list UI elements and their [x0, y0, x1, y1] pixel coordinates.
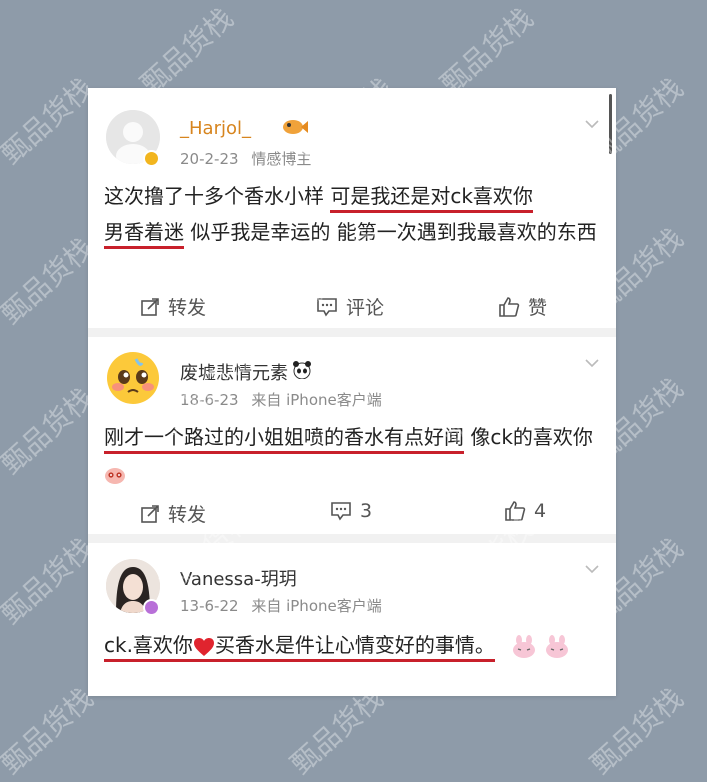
post-1: _Harjol_ 20-2-23 情感博主 这次撸了十多个香水小样 可是我还是对… — [88, 88, 616, 326]
like-button[interactable]: 赞 — [498, 293, 547, 320]
post-source: 来自 iPhone客户端 — [251, 391, 382, 409]
like-label: 赞 — [528, 297, 548, 319]
post-meta: 18-6-23 来自 iPhone客户端 — [180, 389, 390, 410]
pink-bunny-icon — [545, 634, 568, 658]
username[interactable]: 废墟悲情元素 — [180, 359, 288, 385]
post-text: 刚才一个路过的小姐姐喷的香水有点好闻 像ck的喜欢你 — [104, 419, 602, 491]
like-count: 4 — [534, 500, 547, 522]
repost-label: 转发 — [168, 504, 207, 526]
post-date: 20-2-23 — [180, 150, 239, 168]
blushing-emoji-icon — [105, 467, 125, 484]
pink-bunny-icon — [513, 634, 536, 658]
post-date: 18-6-23 — [180, 391, 239, 409]
repost-icon — [141, 504, 159, 523]
post-date: 13-6-22 — [180, 597, 239, 615]
username[interactable]: _Harjol_ — [180, 118, 251, 139]
comment-button[interactable]: 3 — [330, 500, 372, 522]
chevron-down-icon[interactable] — [584, 116, 600, 132]
post-source: 来自 iPhone客户端 — [251, 597, 382, 615]
watermark: 甄品货栈 — [0, 531, 100, 631]
verified-purple-icon — [143, 599, 160, 616]
underlined-text: ck.喜欢你 买香水是件让心情变好的事情。 — [104, 633, 495, 662]
feed-card: _Harjol_ 20-2-23 情感博主 这次撸了十多个香水小样 可是我还是对… — [88, 88, 616, 696]
text-segment: ck.喜欢你 — [104, 633, 193, 657]
underlined-text: 男香着迷 — [104, 220, 184, 249]
text-segment: 买香水是件让心情变好的事情。 — [214, 633, 495, 657]
underlined-text: 可是我还是对ck喜欢你 — [330, 184, 533, 213]
comment-icon — [331, 502, 351, 521]
post-tag: 情感博主 — [251, 150, 312, 168]
repost-button[interactable]: 转发 — [140, 293, 206, 320]
divider — [88, 534, 616, 543]
avatar[interactable] — [106, 351, 160, 405]
watermark: 甄品货栈 — [0, 231, 100, 331]
thumbs-up-icon — [499, 296, 520, 317]
verified-gold-icon — [143, 150, 160, 167]
text-segment: 这次撸了十多个香水小样 — [104, 184, 331, 208]
text-segment: 像ck的喜欢你 — [464, 425, 593, 449]
comment-button[interactable]: 评论 — [316, 293, 384, 320]
post-text: ck.喜欢你 买香水是件让心情变好的事情。 — [104, 627, 602, 663]
watermark: 甄品货栈 — [134, 1, 240, 101]
fish-emoji-icon — [283, 120, 308, 134]
text-segment: 似乎我是幸运的 能第一次遇到我最喜欢的东西 — [184, 220, 597, 244]
comment-count: 3 — [360, 500, 373, 522]
red-heart-icon — [193, 637, 214, 656]
repost-label: 转发 — [168, 297, 207, 319]
watermark: 甄品货栈 — [0, 681, 100, 781]
like-button[interactable]: 4 — [504, 500, 546, 522]
comment-icon — [317, 297, 337, 317]
thumbs-up-icon — [505, 501, 526, 521]
watermark: 甄品货栈 — [0, 71, 100, 171]
repost-icon — [141, 297, 159, 316]
chevron-down-icon[interactable] — [584, 355, 600, 371]
panda-emoji-icon — [293, 361, 311, 379]
post-meta: 20-2-23 情感博主 — [180, 148, 319, 169]
username[interactable]: Vanessa-玥玥 — [180, 565, 297, 591]
post-text: 这次撸了十多个香水小样 可是我还是对ck喜欢你男香着迷 似乎我是幸运的 能第一次… — [104, 178, 602, 250]
repost-button[interactable]: 转发 — [140, 500, 206, 527]
underlined-text: 刚才一个路过的小姐姐喷的香水有点好闻 — [104, 425, 464, 454]
chevron-down-icon[interactable] — [584, 561, 600, 577]
watermark: 甄品货栈 — [0, 381, 100, 481]
pleading-face-emoji-icon — [107, 352, 159, 404]
comment-label: 评论 — [346, 297, 385, 319]
post-2-actions: 转发 3 4 — [88, 500, 616, 530]
watermark: 甄品货栈 — [434, 1, 540, 101]
post-meta: 13-6-22 来自 iPhone客户端 — [180, 595, 390, 616]
divider — [88, 328, 616, 337]
post-1-actions: 转发 评论 赞 — [88, 293, 616, 323]
